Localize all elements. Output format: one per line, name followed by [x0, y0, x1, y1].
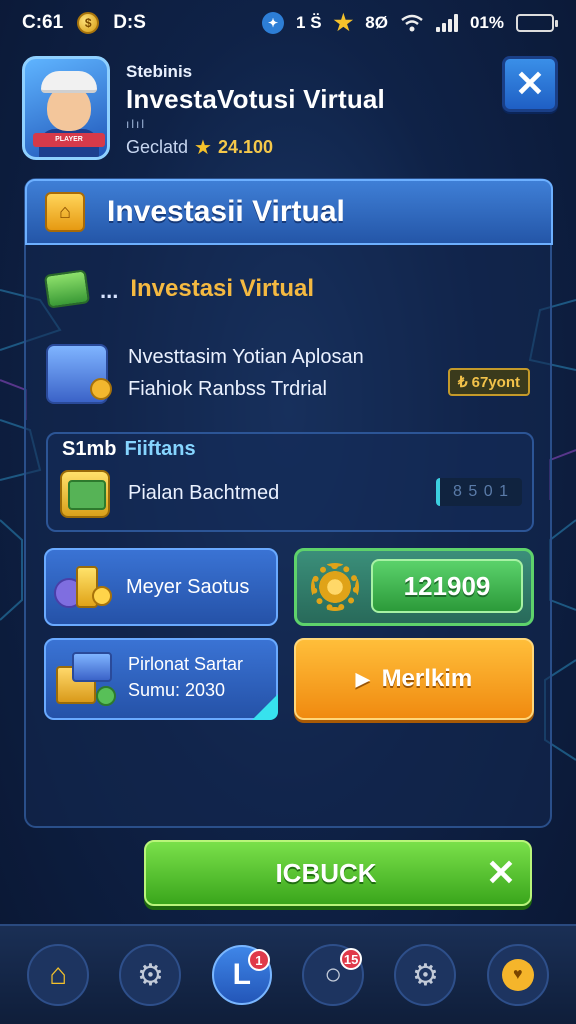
nav-options[interactable]: ⚙ — [394, 944, 457, 1006]
profile-header: PLAYER Stebinis InvestaVotusi Virtual ıl… — [22, 56, 558, 166]
status-battery-text: 01% — [469, 13, 504, 32]
status-tile-label: Meyer Saotus — [126, 576, 250, 598]
money-icon — [43, 269, 91, 309]
portfolio-tile[interactable]: Pirlonat Sartar Sumu: 2030 — [44, 638, 278, 720]
bottom-nav: ⌂ ⚙ L 1 ○ 15 ⚙ ♥ — [0, 924, 576, 1024]
gear-icon — [311, 563, 359, 611]
start-button[interactable]: ▶ Merlkim — [294, 638, 534, 720]
portfolio-title: Pirlonat Sartar — [128, 654, 244, 674]
balance-tile[interactable]: 121909 — [294, 548, 534, 626]
nav-favorites[interactable]: ♥ — [486, 944, 549, 1006]
status-carrier: D:S — [113, 12, 146, 33]
profile-subtitle: Stebinis — [126, 62, 193, 81]
funds-card-title-main: S1mb — [62, 438, 117, 460]
balance-value: 121909 — [371, 559, 523, 613]
item-title: Nvesttasim Yotian Aplosan — [128, 346, 364, 368]
item-subtitle: Fiahiok Ranbss Trdrial — [128, 378, 327, 400]
section-title: Investasi Virtual — [130, 275, 314, 302]
status-time: C:61 — [22, 12, 64, 33]
nav-levels[interactable]: L 1 — [211, 945, 272, 1005]
home-icon: ⌂ — [49, 958, 68, 991]
heart-icon: ♥ — [501, 959, 534, 991]
investment-item[interactable]: Nvesttasim Yotian Aplosan Fiahiok Ranbss… — [46, 342, 536, 412]
status-bar: C:61 $ D:S ✦ 1 S̈ ★ 8Ø 01% — [0, 0, 576, 46]
confirm-button-label: ICBUCK — [275, 858, 377, 888]
section-heading[interactable]: ... Investasi Virtual — [43, 269, 314, 309]
profile-title: InvestaVotusi Virtual — [126, 84, 385, 114]
confirm-button[interactable]: ICBUCK ✕ — [144, 840, 532, 906]
close-icon[interactable]: ✕ — [486, 852, 516, 894]
status-indicator: 1 S̈ — [296, 13, 322, 32]
coins-icon — [54, 562, 112, 614]
start-button-label: Merlkim — [381, 665, 473, 692]
battery-icon — [516, 14, 558, 32]
settings-icon: ⚙ — [137, 958, 164, 992]
funds-card-value: 8 5 0 1 — [436, 478, 522, 506]
ellipsis: ... — [100, 278, 119, 303]
rank-label: Geclatd — [126, 137, 189, 157]
star-icon: ★ — [194, 137, 212, 159]
coin-icon — [90, 378, 112, 400]
funds-card-subtitle: Pialan Bachtmed — [128, 482, 280, 504]
profile-info: Stebinis InvestaVotusi Virtual ılıl Gecl… — [126, 62, 385, 160]
signal-icon — [435, 14, 458, 32]
corner-tab — [252, 694, 278, 720]
settings-icon: ⚙ — [412, 958, 439, 992]
profile-bars: ılıl — [126, 117, 146, 131]
wifi-icon — [401, 14, 423, 32]
panel-title: Investasii Virtual — [107, 195, 345, 228]
price-tag: ₺ 67yont — [447, 368, 530, 396]
chat-icon: ○ — [324, 958, 343, 991]
status-level: 8Ø — [365, 13, 388, 32]
panel-header: ⌂ Investasii Virtual — [25, 179, 553, 245]
close-button[interactable]: ✕ — [502, 56, 558, 112]
funds-card-title: S1mb Fiiftans — [62, 438, 196, 461]
play-icon: ▶ — [355, 668, 370, 689]
start-button-content: ▶ Merlkim — [296, 640, 532, 718]
crate-icon — [56, 652, 118, 708]
funds-card-title-accent: Fiiftans — [124, 438, 196, 460]
shield-icon: ✦ — [262, 12, 285, 34]
machine-icon — [46, 344, 112, 404]
bank-icon — [60, 470, 110, 518]
coin-icon: $ — [77, 12, 100, 34]
portfolio-sum: Sumu: 2030 — [128, 680, 226, 700]
nav-chat[interactable]: ○ 15 — [302, 944, 365, 1006]
avatar-ribbon: PLAYER — [33, 133, 105, 147]
notification-badge: 1 — [247, 949, 270, 971]
profile-rank: Geclatd ★ 24.100 — [126, 135, 385, 160]
star-icon: ★ — [333, 10, 354, 35]
nav-settings[interactable]: ⚙ — [119, 944, 182, 1006]
status-tile[interactable]: Meyer Saotus — [44, 548, 278, 626]
close-icon: ✕ — [514, 63, 546, 104]
notification-badge: 15 — [340, 948, 363, 970]
score-value: 24.100 — [217, 137, 274, 157]
avatar-hat — [41, 71, 97, 93]
house-icon: ⌂ — [45, 192, 85, 232]
avatar[interactable]: PLAYER — [22, 56, 110, 160]
nav-home[interactable]: ⌂ — [27, 944, 90, 1006]
investment-panel: ⌂ Investasii Virtual ... Investasi Virtu… — [24, 178, 553, 828]
funds-card[interactable]: S1mb Fiiftans Pialan Bachtmed 8 5 0 1 — [46, 432, 534, 532]
